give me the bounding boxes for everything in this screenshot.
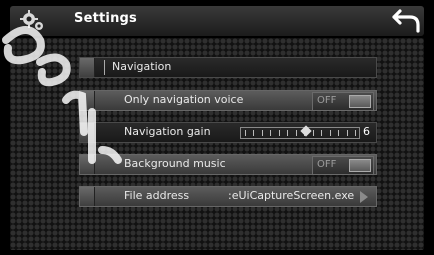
slider-thumb[interactable]	[300, 125, 312, 137]
slider-tick	[321, 130, 323, 136]
slider-tick	[287, 130, 289, 136]
only-navigation-voice-label: Only navigation voice	[124, 93, 244, 106]
file-address-label: File address	[124, 189, 190, 202]
slider-tick	[270, 130, 272, 136]
only-navigation-voice-row[interactable]: Only navigation voice OFF	[79, 90, 377, 111]
slider-tick	[245, 130, 246, 136]
settings-screen: Settings Navigation Only navigation voic…	[0, 0, 434, 255]
toggle-knob	[349, 95, 371, 108]
background-music-label: Background music	[124, 157, 226, 170]
title-bar	[10, 6, 424, 36]
navigation-gain-value: 6	[363, 125, 370, 138]
file-address-value: :eUiCaptureScreen.exe	[228, 189, 355, 202]
background-music-toggle[interactable]: OFF	[312, 156, 374, 175]
toggle-state: OFF	[317, 159, 337, 170]
slider-tick	[329, 130, 331, 136]
slider-tick	[346, 130, 348, 136]
toggle-knob	[349, 159, 371, 172]
navigation-label: Navigation	[112, 60, 172, 73]
slider-tick	[295, 130, 297, 136]
back-arrow-icon[interactable]	[392, 7, 422, 33]
slider-tick	[338, 130, 340, 136]
gears-icon	[20, 10, 43, 30]
file-address-row[interactable]: File address :eUiCaptureScreen.exe	[79, 186, 377, 207]
navigation-gain-row[interactable]: Navigation gain 6	[79, 122, 377, 143]
navigation-gain-slider[interactable]	[240, 125, 360, 139]
toggle-state: OFF	[317, 95, 337, 106]
row-tab	[80, 123, 95, 142]
divider	[104, 60, 105, 75]
navigation-gain-label: Navigation gain	[124, 125, 211, 138]
background-music-row[interactable]: Background music OFF	[79, 154, 377, 175]
row-tab	[80, 91, 95, 110]
row-tab	[80, 155, 95, 174]
row-tab	[80, 58, 95, 77]
slider-tick	[253, 130, 255, 136]
slider-tick	[278, 130, 280, 136]
slider-tick	[261, 130, 263, 136]
slider-tick	[355, 130, 356, 136]
navigation-row[interactable]: Navigation	[79, 57, 377, 78]
row-tab	[80, 187, 95, 206]
page-title: Settings	[74, 11, 137, 26]
only-navigation-voice-toggle[interactable]: OFF	[312, 92, 374, 111]
slider-tick	[312, 130, 314, 136]
chevron-right-icon[interactable]	[360, 191, 368, 203]
